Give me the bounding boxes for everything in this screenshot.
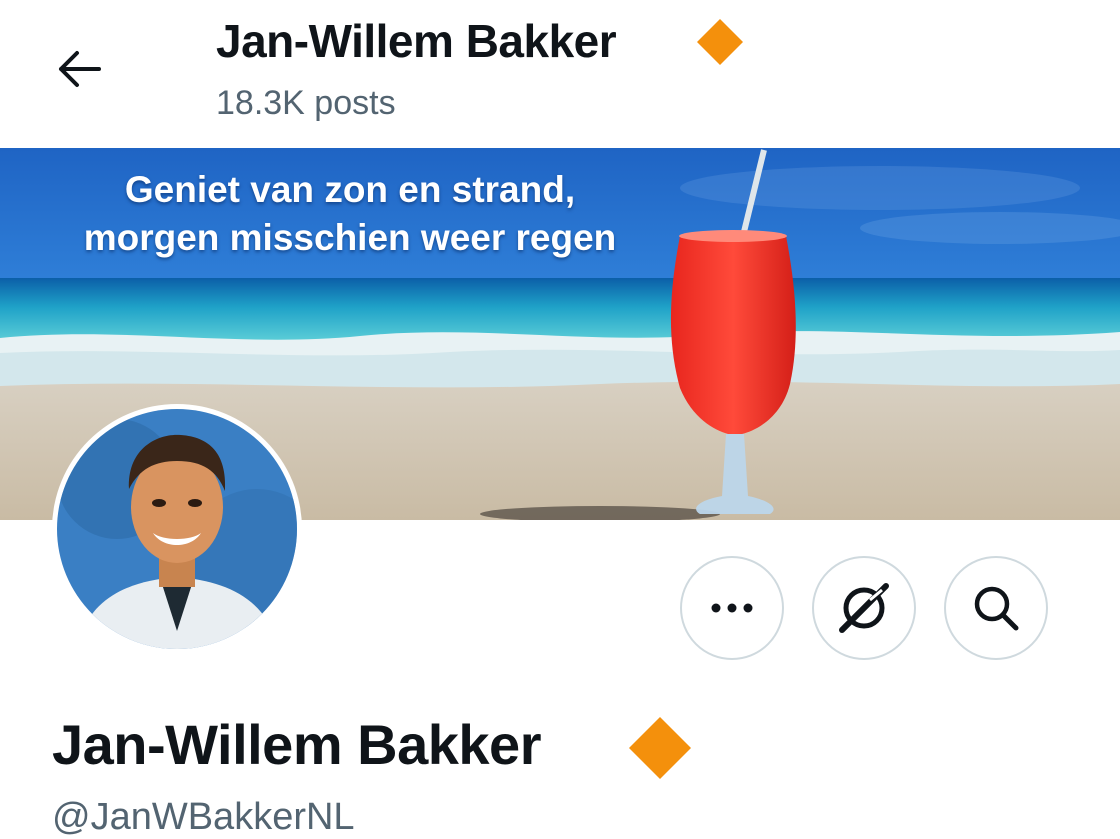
verified-diamond-icon bbox=[629, 717, 691, 779]
avatar[interactable] bbox=[52, 404, 302, 654]
banner-caption: Geniet van zon en strand, morgen misschi… bbox=[0, 166, 700, 262]
arrow-left-icon bbox=[59, 51, 101, 87]
profile-display-name: Jan-Willem Bakker bbox=[52, 713, 542, 776]
more-options-button[interactable] bbox=[680, 556, 784, 660]
grok-icon bbox=[839, 583, 889, 633]
header-title: Jan-Willem Bakker bbox=[216, 15, 617, 67]
posts-count: 18.3K posts bbox=[216, 84, 396, 122]
banner-caption-line2: morgen misschien weer regen bbox=[83, 217, 617, 258]
grok-button[interactable] bbox=[812, 556, 916, 660]
profile-handle: @JanWBakkerNL bbox=[52, 796, 355, 838]
avatar-image bbox=[57, 409, 297, 649]
avatar-portrait bbox=[57, 409, 297, 649]
verified-diamond-icon bbox=[697, 19, 743, 65]
search-button[interactable] bbox=[944, 556, 1048, 660]
more-dots-icon bbox=[711, 603, 753, 613]
search-icon bbox=[974, 586, 1019, 631]
profile-header: Jan-Willem Bakker 18.3K posts bbox=[0, 0, 1120, 148]
back-button[interactable] bbox=[44, 40, 114, 98]
banner-caption-line1: Geniet van zon en strand, bbox=[124, 169, 576, 210]
